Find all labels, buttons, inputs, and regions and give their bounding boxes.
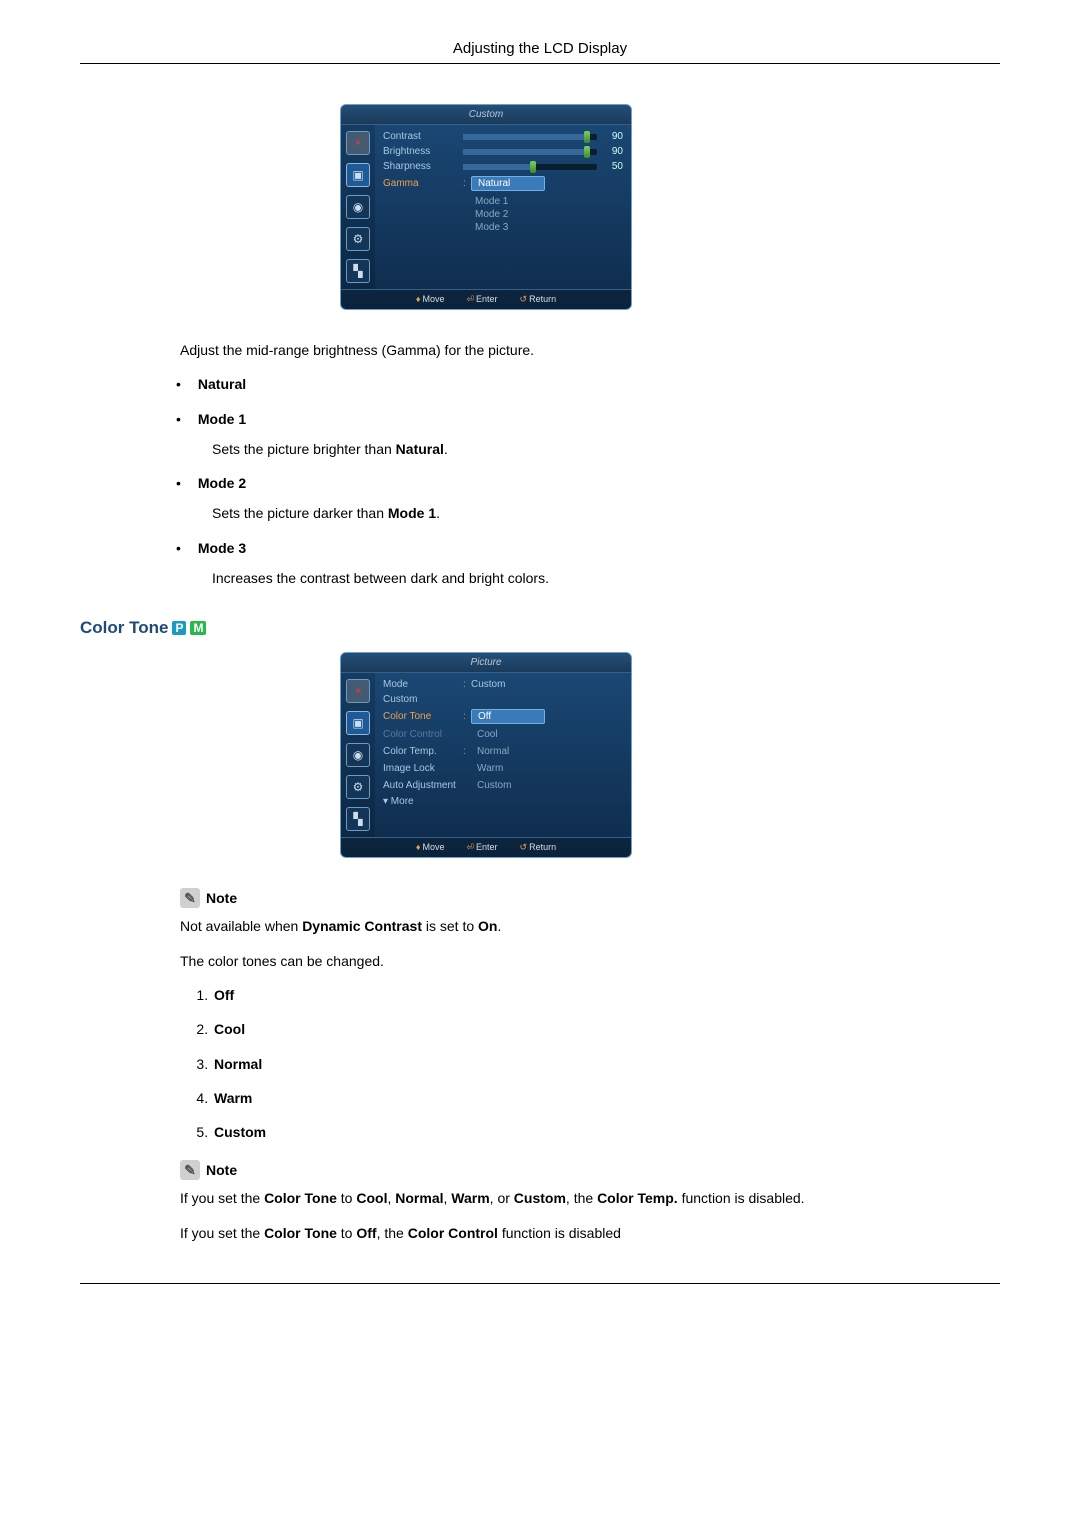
note2-line1: If you set the Color Tone to Cool, Norma…: [180, 1188, 1000, 1208]
ct-warm: Warm: [214, 1090, 252, 1106]
note-label: Note: [206, 890, 237, 906]
osd2-more: ▾ More: [383, 796, 463, 807]
osd2-icon-column: ✶ ▣ ◉ ⚙ ▚: [341, 673, 375, 837]
gamma-item-mode2: Mode 2: [198, 475, 246, 491]
osd2-title: Picture: [341, 653, 631, 673]
contrast-label: Contrast: [383, 131, 463, 142]
badge-m-icon: M: [190, 621, 206, 635]
gamma-option-mode1: Mode 1: [469, 195, 541, 208]
contrast-value: 90: [603, 131, 623, 142]
osd2-colortone: Color Tone: [383, 711, 463, 722]
osd2-colortemp: Color Temp.: [383, 746, 463, 757]
brightness-label: Brightness: [383, 146, 463, 157]
osd-footer: ♦Move ⏎Enter ↺Return: [341, 289, 631, 309]
footer-divider: [80, 1283, 1000, 1284]
picture-icon: ▣: [346, 163, 370, 187]
brightness-value: 90: [603, 146, 623, 157]
gamma-desc-mode1: Sets the picture brighter than Natural.: [212, 439, 1000, 459]
osd2-custom: Custom: [383, 694, 463, 705]
osd2-colorcontrol: Color Control: [383, 729, 463, 740]
sharpness-slider: [463, 164, 597, 170]
gamma-intro: Adjust the mid-range brightness (Gamma) …: [180, 340, 1000, 360]
gamma-option-natural: Natural: [471, 176, 545, 191]
note2-line2: If you set the Color Tone to Off, the Co…: [180, 1223, 1000, 1243]
puzzle-icon: ✶: [346, 679, 370, 703]
note-icon: ✎: [180, 888, 200, 908]
ct-normal: Normal: [214, 1056, 262, 1072]
page-header: Adjusting the LCD Display: [80, 40, 1000, 64]
osd2-imagelock: Image Lock: [383, 763, 463, 774]
multi-icon: ▚: [346, 259, 370, 283]
gamma-desc-mode2: Sets the picture darker than Mode 1.: [212, 503, 1000, 523]
osd2-footer: ♦Move ⏎Enter ↺Return: [341, 837, 631, 857]
setup-icon: ⚙: [346, 227, 370, 251]
brightness-slider: [463, 149, 597, 155]
osd2-autoadj: Auto Adjustment: [383, 780, 463, 791]
contrast-slider: [463, 134, 597, 140]
osd-picture-menu: Picture ✶ ▣ ◉ ⚙ ▚ Mode:Custom Custom Col…: [340, 652, 632, 858]
osd-icon-column: ✶ ▣ ◉ ⚙ ▚: [341, 125, 375, 289]
sound-icon: ◉: [346, 743, 370, 767]
ct-custom: Custom: [214, 1124, 266, 1140]
ct-cool: Cool: [214, 1021, 245, 1037]
ct-off: Off: [214, 987, 234, 1003]
gamma-label: Gamma: [383, 178, 463, 189]
note2-label: Note: [206, 1162, 237, 1178]
osd-custom-menu: Custom ✶ ▣ ◉ ⚙ ▚ Contrast 90 Brigh: [340, 104, 632, 310]
osd2-off: Off: [471, 709, 545, 724]
sound-icon: ◉: [346, 195, 370, 219]
note1-text: Not available when Dynamic Contrast is s…: [180, 916, 1000, 936]
gamma-option-mode2: Mode 2: [469, 208, 541, 221]
gamma-desc-mode3: Increases the contrast between dark and …: [212, 568, 1000, 588]
badge-p-icon: P: [172, 621, 186, 635]
osd-title: Custom: [341, 105, 631, 125]
gamma-item-natural: Natural: [198, 376, 246, 392]
multi-icon: ▚: [346, 807, 370, 831]
puzzle-icon: ✶: [346, 131, 370, 155]
picture-icon: ▣: [346, 711, 370, 735]
sharpness-value: 50: [603, 161, 623, 172]
ct-intro: The color tones can be changed.: [180, 951, 1000, 971]
color-tone-heading: Color Tone P M: [80, 618, 1000, 638]
note-icon: ✎: [180, 1160, 200, 1180]
sharpness-label: Sharpness: [383, 161, 463, 172]
gamma-option-mode3: Mode 3: [469, 221, 541, 234]
setup-icon: ⚙: [346, 775, 370, 799]
gamma-item-mode1: Mode 1: [198, 411, 246, 427]
gamma-item-mode3: Mode 3: [198, 540, 246, 556]
osd2-mode: Mode: [383, 679, 463, 690]
